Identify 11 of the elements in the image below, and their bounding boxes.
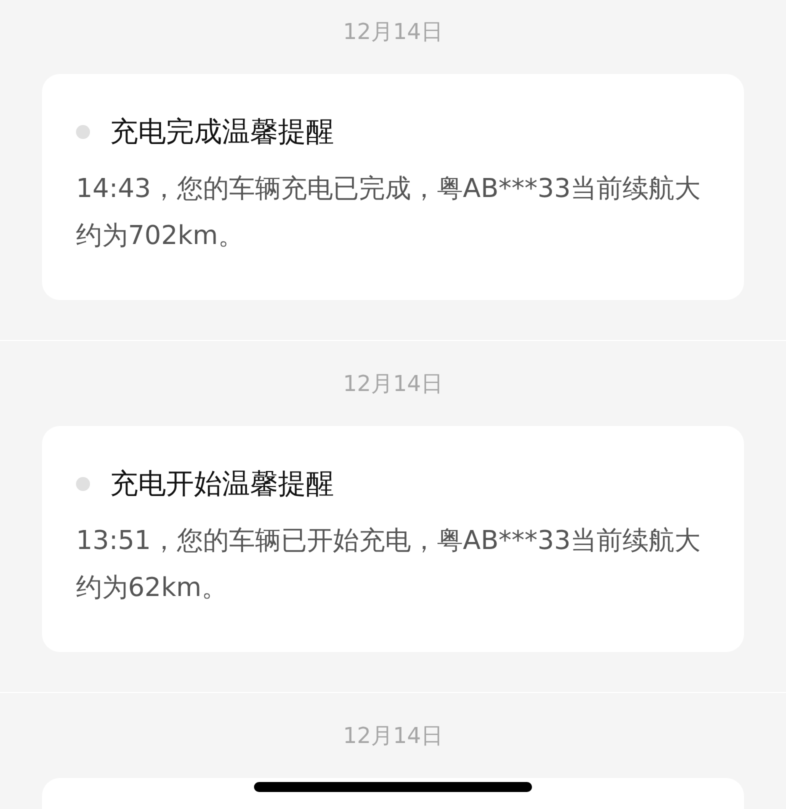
bullet-dot-icon: [76, 125, 90, 139]
message-title: 充电开始温馨提醒: [110, 466, 334, 502]
message-title: 充电完成温馨提醒: [110, 114, 334, 150]
message-date: 12月14日: [343, 370, 443, 398]
bullet-dot-icon: [76, 477, 90, 491]
message-card[interactable]: 充电开始温馨提醒 13:51，您的车辆已开始充电，粤AB***33当前续航大约为62km。: [42, 426, 744, 652]
message-date: 12月14日: [343, 18, 443, 46]
message-date: 12月14日: [343, 722, 443, 750]
message-body: 13:51，您的车辆已开始充电，粤AB***33当前续航大约为62km。: [76, 525, 702, 605]
message-card[interactable]: 充电完成温馨提醒 14:43，您的车辆充电已完成，粤AB***33当前续航大约为702km。: [42, 74, 744, 300]
message-body: 14:43，您的车辆充电已完成，粤AB***33当前续航大约为702km。: [76, 173, 702, 253]
